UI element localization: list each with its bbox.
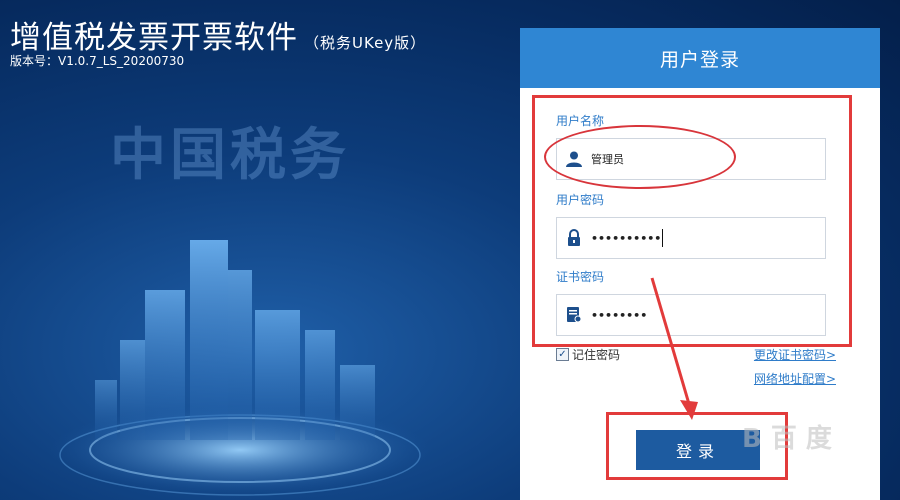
city-illustration xyxy=(50,240,430,496)
remember-checkbox[interactable]: ✓ xyxy=(556,348,569,361)
watermark: B 百 度 xyxy=(742,424,832,454)
remember-label: 记住密码 xyxy=(572,348,621,362)
version-text: 版本号：V1.0.7_LS_20200730 xyxy=(10,54,185,68)
app-title-suffix: （税务UKey版） xyxy=(304,34,427,52)
app-title: 增值税发票开票软件 （税务UKey版） xyxy=(10,12,426,57)
app-title-text: 增值税发票开票软件 xyxy=(10,20,298,56)
network-config-link[interactable]: 网络地址配置> xyxy=(754,370,836,387)
change-cert-password-link[interactable]: 更改证书密码> xyxy=(754,346,836,363)
tax-logo-watermark: 中国税务 xyxy=(110,122,350,188)
login-panel-title: 用户登录 xyxy=(520,28,880,88)
remember-password[interactable]: ✓ 记住密码 xyxy=(556,346,620,363)
annotation-username-ellipse xyxy=(544,125,736,189)
